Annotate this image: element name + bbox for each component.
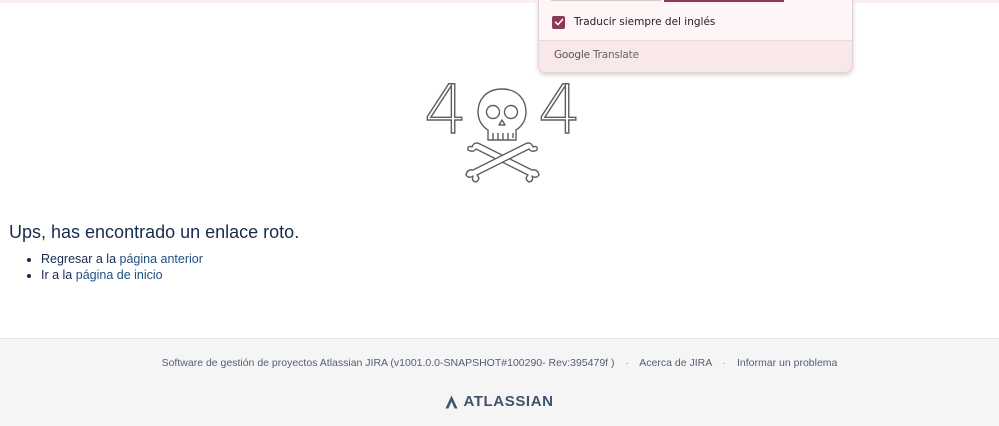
link-prefix: Regresar a la [41,252,120,266]
previous-page-link[interactable]: página anterior [120,252,203,266]
google-translate-brand[interactable]: Google Translate [554,49,639,61]
atlassian-logo[interactable]: ATLASSIAN [0,393,999,410]
footer-links: Software de gestión de proyectos Atlassi… [0,357,999,369]
always-translate-checkbox[interactable] [552,15,565,29]
link-prefix: Ir a la [41,268,76,282]
translate-popup: Traducir siempre del inglés Google Trans… [538,0,853,73]
brand-google: Google [554,49,590,61]
check-icon [554,18,563,26]
error-404-illustration: 4 4 [420,70,585,187]
translate-popup-footer: Google Translate [539,40,852,72]
recovery-links: Regresar a la página anterior Ir a la pá… [25,251,203,283]
tab-underline [551,0,661,1]
skull-crossbones-icon [465,88,540,183]
about-jira-link[interactable]: Acerca de JIRA [639,357,711,369]
home-page-link[interactable]: página de inicio [76,268,163,282]
list-item: Regresar a la página anterior [41,251,203,267]
always-translate-option[interactable]: Traducir siempre del inglés [552,14,715,30]
atlassian-logo-text: ATLASSIAN [463,393,554,410]
list-item: Ir a la página de inicio [41,267,203,283]
footer-separator: · [625,357,629,369]
always-translate-label: Traducir siempre del inglés [574,16,716,28]
page-footer: Software de gestión de proyectos Atlassi… [0,338,999,426]
digit-left: 4 [424,75,467,150]
digit-right: 4 [538,75,581,150]
brand-translate: Translate [592,49,639,61]
footer-separator: · [722,357,727,369]
error-message: Ups, has encontrado un enlace roto. [9,222,300,242]
report-problem-link[interactable]: Informar un problema [737,357,837,369]
software-info: Software de gestión de proyectos Atlassi… [161,357,615,369]
atlassian-logo-icon [445,395,458,408]
active-tab-underline [664,0,784,2]
